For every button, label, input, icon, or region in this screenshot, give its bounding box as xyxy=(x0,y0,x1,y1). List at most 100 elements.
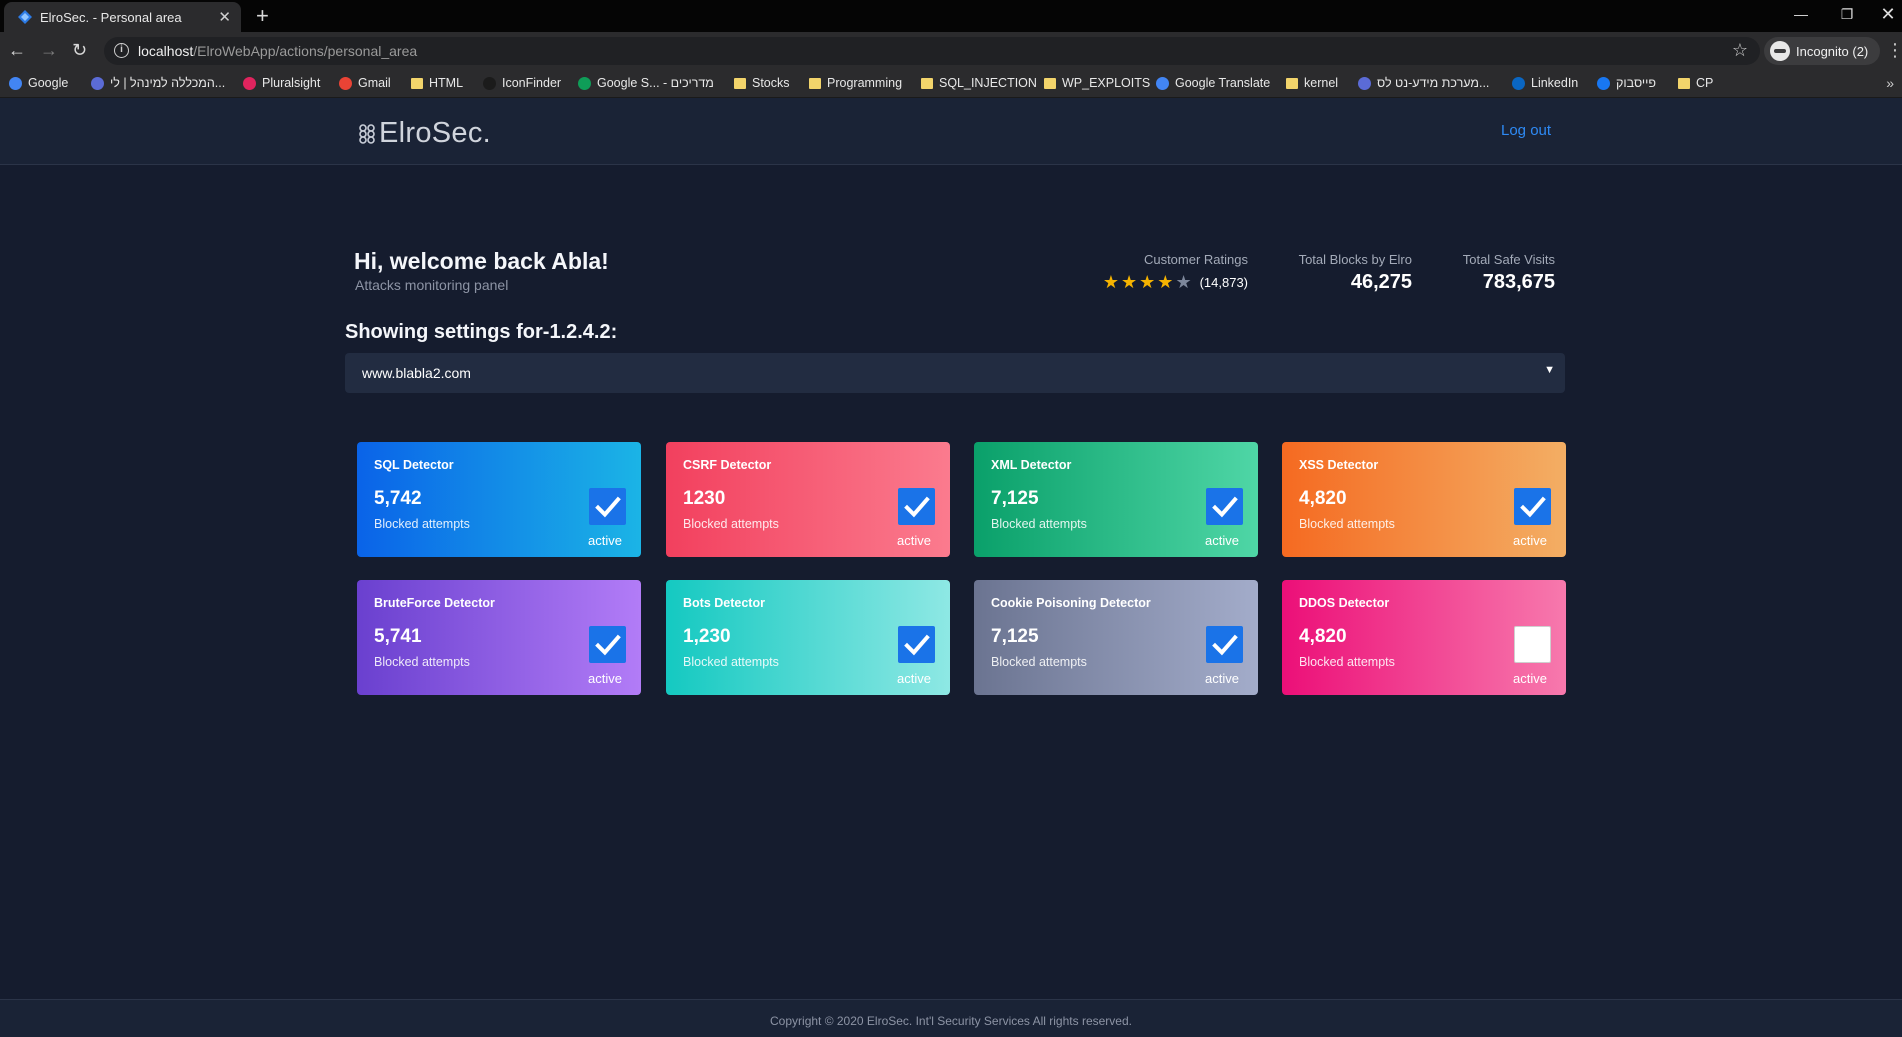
new-tab-icon[interactable]: + xyxy=(256,3,269,29)
bookmark-item[interactable]: פייסבוק xyxy=(1597,76,1656,90)
bookmark-item[interactable]: SQL_INJECTION xyxy=(921,76,1037,90)
detector-active-checkbox[interactable] xyxy=(589,626,626,663)
detector-status-label: active xyxy=(897,533,931,548)
welcome-subtitle: Attacks monitoring panel xyxy=(355,277,509,293)
browser-menu-icon[interactable]: ⋮ xyxy=(1886,40,1902,61)
rating-label: Customer Ratings xyxy=(1143,252,1248,267)
address-bar[interactable]: i localhost/ElroWebApp/actions/personal_… xyxy=(104,37,1760,65)
detector-title: Cookie Poisoning Detector xyxy=(991,596,1151,610)
bookmark-label: LinkedIn xyxy=(1531,76,1579,90)
bookmark-label: Pluralsight xyxy=(262,76,321,90)
bookmarks-overflow-icon[interactable]: » xyxy=(1886,75,1894,91)
bookmark-label: Programming xyxy=(827,76,903,90)
settings-heading-prefix: Showing settings for- xyxy=(345,321,550,343)
star-icon: ★ xyxy=(1157,272,1174,292)
detector-status-label: active xyxy=(1513,533,1547,548)
bookmark-item[interactable]: Programming xyxy=(809,76,902,90)
detector-active-checkbox[interactable] xyxy=(1206,488,1243,525)
tab-close-icon[interactable]: ✕ xyxy=(218,8,231,26)
folder-icon xyxy=(411,77,423,89)
rating-count: (14,873) xyxy=(1199,274,1248,290)
detector-caption: Blocked attempts xyxy=(374,655,470,669)
detector-blocked-count: 5,742 xyxy=(374,488,422,509)
bookmark-star-icon[interactable]: ☆ xyxy=(1732,40,1748,61)
bookmarks-bar: » Google המכללה למינהל | לי... Pluralsight… xyxy=(0,70,1902,98)
settings-ip: 1.2.4.2 xyxy=(549,321,611,343)
detector-status-label: active xyxy=(1205,533,1239,548)
detector-title: XML Detector xyxy=(991,458,1072,472)
detector-caption: Blocked attempts xyxy=(991,655,1087,669)
url-path: /ElroWebApp/actions/personal_area xyxy=(193,43,418,59)
detector-card: Cookie Poisoning Detector 7,125 Blocked at… xyxy=(974,580,1258,695)
detector-card: XSS Detector 4,820 Blocked attempts active xyxy=(1282,442,1566,557)
browser-tab[interactable]: ElroSec. - Personal area ✕ xyxy=(4,2,241,32)
logout-link[interactable]: Log out xyxy=(1501,122,1551,139)
detector-card: SQL Detector 5,742 Blocked attempts active xyxy=(357,442,641,557)
bookmark-item[interactable]: WP_EXPLOITS xyxy=(1044,76,1150,90)
visits-label: Total Safe Visits xyxy=(1462,252,1555,267)
bookmark-label: Google Translate xyxy=(1175,76,1271,90)
bookmark-label: kernel xyxy=(1304,76,1339,90)
site-info-icon[interactable]: i xyxy=(114,43,129,58)
detector-title: CSRF Detector xyxy=(683,458,772,472)
site-select[interactable]: www.blabla2.com ▼ xyxy=(345,353,1565,393)
bookmark-item[interactable]: CP xyxy=(1678,76,1713,90)
incognito-profile-button[interactable]: Incognito (2) xyxy=(1764,37,1881,65)
bookmark-item[interactable]: HTML xyxy=(411,76,463,90)
bookmark-item[interactable]: המכללה למינהל | לי... xyxy=(91,76,225,90)
site-logo[interactable]: ElroSec. xyxy=(357,117,491,150)
detector-status-label: active xyxy=(588,671,622,686)
detector-blocked-count: 1,230 xyxy=(683,626,731,647)
detector-blocked-count: 4,820 xyxy=(1299,626,1347,647)
detector-active-checkbox[interactable] xyxy=(898,488,935,525)
window-minimize-icon[interactable]: — xyxy=(1778,0,1824,30)
bookmark-item[interactable]: Stocks xyxy=(734,76,790,90)
window-restore-icon[interactable]: ❐ xyxy=(1824,0,1870,30)
bookmark-label: SQL_INJECTION xyxy=(939,76,1037,90)
bookmark-item[interactable]: kernel xyxy=(1286,76,1338,90)
checkmark-icon xyxy=(903,634,930,655)
detector-active-checkbox[interactable] xyxy=(589,488,626,525)
bookmark-item[interactable]: מערכת מידע-נט לס... xyxy=(1358,76,1489,90)
bookmark-item[interactable]: LinkedIn xyxy=(1512,76,1578,90)
folder-icon xyxy=(1286,77,1298,89)
site-header: ElroSec. Log out xyxy=(0,98,1902,165)
detector-active-checkbox[interactable] xyxy=(1206,626,1243,663)
settings-heading-suffix: : xyxy=(610,321,618,343)
detector-card: DDOS Detector 4,820 Blocked attempts active xyxy=(1282,580,1566,695)
detector-title: DDOS Detector xyxy=(1299,596,1390,610)
facebook-icon xyxy=(1597,76,1610,90)
translate-icon xyxy=(1156,76,1169,90)
folder-icon xyxy=(734,77,746,89)
reload-icon[interactable]: ↻ xyxy=(72,40,87,61)
bookmark-item[interactable]: IconFinder xyxy=(483,76,561,90)
bookmark-item[interactable]: Gmail xyxy=(339,76,391,90)
bookmark-item[interactable]: Google S... - מדריכים xyxy=(578,76,714,90)
bookmark-item[interactable]: Pluralsight xyxy=(243,76,320,90)
settings-heading: Showing settings for-1.2.4.2: xyxy=(345,321,617,344)
incognito-icon xyxy=(1770,41,1790,61)
detector-card: Bots Detector 1,230 Blocked attempts active xyxy=(666,580,950,695)
logo-mark-icon xyxy=(359,123,375,144)
detector-active-checkbox[interactable] xyxy=(1514,626,1551,663)
bookmark-label: Gmail xyxy=(358,76,391,90)
browser-tabstrip: ElroSec. - Personal area ✕ + — ❐ ✕ xyxy=(0,0,1902,32)
total-visits-stat: Total Safe Visits 783,675 xyxy=(1432,252,1555,294)
checkmark-icon xyxy=(903,496,930,517)
back-arrow-icon[interactable]: ← xyxy=(8,40,26,61)
bookmark-item[interactable]: Google xyxy=(9,76,68,90)
folder-icon xyxy=(1044,77,1056,89)
detector-caption: Blocked attempts xyxy=(683,517,779,531)
bookmark-item[interactable]: Google Translate xyxy=(1156,76,1270,90)
detector-caption: Blocked attempts xyxy=(683,655,779,669)
checkmark-icon xyxy=(594,634,621,655)
detector-active-checkbox[interactable] xyxy=(898,626,935,663)
bookmark-label: פייסבוק xyxy=(1616,76,1657,90)
window-close-icon[interactable]: ✕ xyxy=(1865,0,1902,30)
bookmark-label: IconFinder xyxy=(502,76,562,90)
detector-active-checkbox[interactable] xyxy=(1514,488,1551,525)
footer-copyright: Copyright © 2020 ElroSec. Int'l Security… xyxy=(770,1014,1132,1028)
folder-icon xyxy=(809,77,821,89)
blocks-value: 46,275 xyxy=(1350,271,1412,293)
forward-arrow-icon[interactable]: → xyxy=(40,40,58,61)
